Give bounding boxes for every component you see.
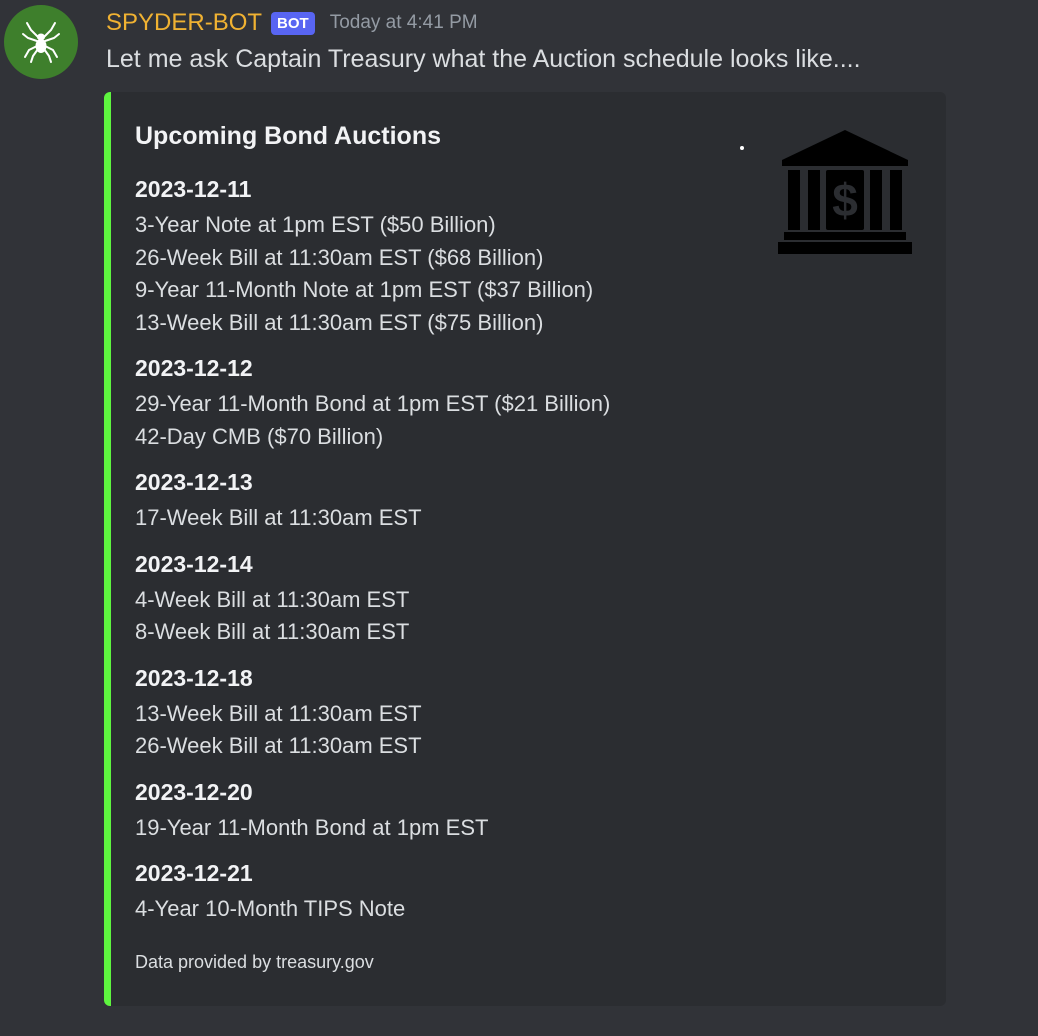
field-date: 2023-12-21 [135,860,253,886]
field-date: 2023-12-18 [135,664,253,691]
field-value: 4-Week Bill at 11:30am EST 8-Week Bill at… [135,584,755,649]
embed-field: 2023-12-13 17-Week Bill at 11:30am EST [135,467,755,535]
auction-line: 26-Week Bill at 11:30am EST ($68 Billion… [135,244,544,270]
chat-message: SPYDER-BOT BOT Today at 4:41 PM Let me a… [0,0,1038,1036]
embed-title: Upcoming Bond Auctions [135,122,441,150]
field-value: 17-Week Bill at 11:30am EST [135,502,755,535]
embed-field: 2023-12-20 19-Year 11-Month Bond at 1pm E… [135,777,755,845]
embed-field: 2023-12-11 3-Year Note at 1pm EST ($50 Bi… [135,174,755,339]
auction-line: 3-Year Note at 1pm EST ($50 Billion) [135,212,496,237]
auction-line: 19-Year 11-Month Bond at 1pm EST [135,814,489,840]
field-date: 2023-12-20 [135,778,253,805]
auction-line: 4-Week Bill at 11:30am EST [135,586,410,612]
field-date: 2023-12-12 [135,355,253,381]
auction-line: 9-Year 11-Month Note at 1pm EST ($37 Bil… [135,277,594,302]
embed-field: 2023-12-18 13-Week Bill at 11:30am EST 26-… [135,663,755,763]
embed: $ Upcoming Bond Auctions 2023-12-11 3-Yea… [104,92,946,1006]
avatar[interactable] [4,5,78,79]
auction-line: 17-Week Bill at 11:30am EST [135,505,422,530]
field-value: 13-Week Bill at 11:30am EST 26-Week Bill … [135,698,755,763]
field-value: 3-Year Note at 1pm EST ($50 Billion) 26-W… [135,209,755,339]
field-date: 2023-12-11 [135,176,252,202]
embed-body: Upcoming Bond Auctions 2023-12-11 3-Year … [135,120,755,940]
auction-line: 4-Year 10-Month TIPS Note [135,896,406,921]
field-value: 29-Year 11-Month Bond at 1pm EST ($21 Bi… [135,388,755,453]
embed-fields: 2023-12-11 3-Year Note at 1pm EST ($50 Bi… [135,174,755,926]
auction-line: 8-Week Bill at 11:30am EST [135,619,410,644]
message-header: SPYDER-BOT BOT Today at 4:41 PM [106,6,478,40]
auction-line: 13-Week Bill at 11:30am EST ($75 Billion… [135,309,544,335]
bank-dollar-icon: $ [778,130,912,254]
field-date: 2023-12-14 [135,550,253,577]
embed-field: 2023-12-21 4-Year 10-Month TIPS Note [135,858,755,926]
svg-text:$: $ [832,174,858,226]
embed-field: 2023-12-14 4-Week Bill at 11:30am EST 8-We… [135,549,755,649]
spider-icon [22,22,60,63]
field-date: 2023-12-13 [135,469,253,495]
field-value: 19-Year 11-Month Bond at 1pm EST [135,812,755,845]
embed-field: 2023-12-12 29-Year 11-Month Bond at 1pm E… [135,353,755,453]
auction-line: 42-Day CMB ($70 Billion) [135,423,384,449]
embed-accent-bar [104,92,111,1006]
auction-line: 13-Week Bill at 11:30am EST [135,700,422,726]
embed-footer: Data provided by treasury.gov [135,952,374,972]
username[interactable]: SPYDER-BOT [106,9,262,37]
bot-badge: BOT [271,11,315,35]
field-value: 4-Year 10-Month TIPS Note [135,893,755,926]
auction-line: 26-Week Bill at 11:30am EST [135,733,422,758]
auction-line: 29-Year 11-Month Bond at 1pm EST ($21 Bi… [135,391,611,416]
embed-thumbnail[interactable]: $ [778,128,912,258]
timestamp[interactable]: Today at 4:41 PM [330,12,478,34]
message-content: Let me ask Captain Treasury what the Auc… [106,45,861,73]
